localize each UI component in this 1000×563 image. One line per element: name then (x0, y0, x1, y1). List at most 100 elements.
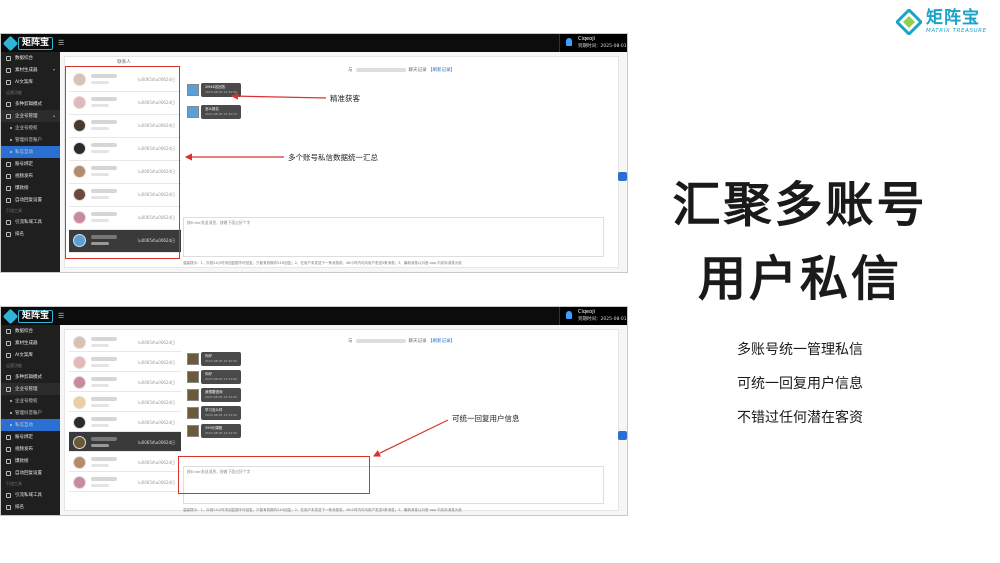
top-bar: 矩阵宝 ☰ Ciqeoji 到期时间：2025-08-01 (1, 34, 627, 52)
sidebar-item-enterprise[interactable]: 企业号管理 (1, 383, 60, 395)
avatar (73, 396, 86, 409)
bullet-dot-icon (10, 400, 12, 402)
sender-avatar (187, 84, 199, 96)
scissors-icon (6, 101, 11, 107)
sidebar-sub-manage[interactable]: 管理抖音账户 (1, 134, 60, 146)
conversation-item[interactable]: \u0065d\u0062d日 (69, 452, 181, 472)
collapse-icon[interactable]: ☰ (58, 312, 64, 320)
conversation-item[interactable]: \u0065d\u0062d日 (69, 352, 181, 372)
sidebar-item-traffic[interactable]: 引流私域工具 (1, 216, 60, 228)
sidebar-item-edit[interactable]: 多种剪辑模式 (1, 98, 60, 110)
sidebar-sub-messages[interactable]: 私信互动 (1, 146, 60, 158)
tool-icon (6, 492, 11, 498)
sidebar-item-publish[interactable]: 视频发布 (1, 443, 60, 455)
account-icon (6, 386, 11, 392)
sidebar-sub-authorize[interactable]: 企业号授权 (1, 395, 60, 407)
tips-text: 温馨提示：1、抖音24小时未回复图不可回复，只能有效期内24H回复；2、在用户未… (183, 508, 462, 512)
message: 怎么报名 2023-08-05 12:35:10 (187, 105, 241, 127)
sidebar: 数据综合 素材生成器 AI文案库 运营功能 多种剪辑模式 企业号管理 企业号授权… (1, 325, 60, 515)
conversation-list: \u0065d\u0062d日 \u0065d\u0062d日 \u0065d\… (69, 332, 181, 492)
reply-placeholder: 按Enter发送消息，按着下面过好个字 (187, 220, 251, 225)
message: 学习怎么样 2023-08-05 12:33:00 (187, 406, 241, 424)
sidebar-item-media[interactable]: 素材生成器 (1, 337, 60, 349)
app-logo[interactable]: 矩阵宝 ☰ (2, 308, 64, 324)
sidebar-item-bind[interactable]: 账号绑定 (1, 431, 60, 443)
brand-name: 矩阵宝 (926, 7, 980, 28)
media-icon (6, 340, 11, 346)
sidebar-item-autoreply[interactable]: 自动回复设置 (1, 467, 60, 479)
callout-reply: 可统一回复用户信息 (452, 414, 520, 423)
conversation-item[interactable]: \u0065d\u0062d日 (69, 372, 181, 392)
headline: 汇聚多账号 用户私信 (650, 168, 950, 317)
ai-icon (6, 79, 11, 85)
tool-icon (6, 219, 11, 225)
reply-icon (6, 470, 11, 476)
blurred-username (355, 67, 406, 72)
conversation-item-selected[interactable]: \u0065d\u0062d日 (69, 432, 181, 452)
sidebar-item-hot[interactable]: 爆款榜 (1, 455, 60, 467)
highlight-reply-input (178, 456, 370, 494)
refresh-link[interactable]: 【刷新记录】 (428, 339, 455, 344)
sender-avatar (187, 353, 199, 365)
sidebar-item-edit[interactable]: 多种剪辑模式 (1, 371, 60, 383)
sidebar: 数据综合 素材生成器 ▾ AI文案库 运营功能 多种剪辑模式 企业号管理 ▴ 企业号… (1, 52, 60, 272)
conversation-item[interactable]: \u0065d\u0062d日 (69, 392, 181, 412)
sidebar-item-enterprise[interactable]: 企业号管理 ▴ (1, 110, 60, 122)
sidebar-sub-manage[interactable]: 管理抖音账户 (1, 407, 60, 419)
sidebar-sub-messages[interactable]: 私信互动 (1, 419, 60, 431)
chevron-down-icon: ▾ (52, 67, 55, 72)
sender-avatar (187, 407, 199, 419)
reply-icon (6, 197, 11, 203)
sidebar-item-data[interactable]: 数据综合 (1, 52, 60, 64)
avatar (73, 436, 86, 449)
sidebar-item-ai[interactable]: AI文案库 (1, 76, 60, 88)
sidebar-item-bind[interactable]: 账号绑定 (1, 158, 60, 170)
chart-icon (6, 55, 11, 61)
sender-avatar (187, 425, 199, 437)
chat-header: 与聊天记录 【刷新记录】 (348, 338, 455, 344)
sidebar-item-hot[interactable]: 爆款榜 (1, 182, 60, 194)
app-logo-text: 矩阵宝 (18, 309, 54, 323)
settings-float-button[interactable] (618, 431, 627, 440)
sidebar-item-data[interactable]: 数据综合 (1, 325, 60, 337)
sidebar-item-autoreply[interactable]: 自动回复设置 (1, 194, 60, 206)
user-expiry: 到期时间：2025-08-01 (578, 317, 627, 322)
conversation-item[interactable]: \u0065d\u0062d日 (69, 332, 181, 352)
callout-summary: 多个账号私信数据统一汇总 (288, 153, 378, 162)
sidebar-item-traffic[interactable]: 引流私域工具 (1, 489, 60, 501)
bullet-dot-icon (10, 424, 12, 426)
bullet-dot-icon (10, 127, 12, 129)
collapse-icon[interactable]: ☰ (58, 39, 64, 47)
sidebar-item-rank[interactable]: 排名 (1, 228, 60, 240)
media-icon (6, 67, 11, 73)
app-logo[interactable]: 矩阵宝 ☰ (2, 35, 64, 51)
chart-icon (6, 328, 11, 334)
account-icon (6, 113, 11, 119)
sidebar-item-media[interactable]: 素材生成器 ▾ (1, 64, 60, 76)
sidebar-item-ai[interactable]: AI文案库 (1, 349, 60, 361)
message-thread: 你好 2023-08-05 12:30:00 你好 2023-08-05 12:31… (187, 352, 241, 442)
settings-float-button[interactable] (618, 172, 627, 181)
bullet-dot-icon (10, 412, 12, 414)
avatar (73, 416, 86, 429)
sidebar-item-publish[interactable]: 视频发布 (1, 170, 60, 182)
conversation-item[interactable]: \u0065d\u0062d日 (69, 472, 181, 492)
avatar (73, 336, 86, 349)
ai-icon (6, 352, 11, 358)
rank-icon (6, 458, 11, 464)
sidebar-group-ops: 运营功能 (6, 90, 22, 95)
refresh-link[interactable]: 【刷新记录】 (428, 68, 455, 73)
app-logo-icon (2, 308, 19, 324)
blurred-username (355, 338, 406, 343)
sidebar-sub-authorize[interactable]: 企业号授权 (1, 122, 60, 134)
user-box[interactable]: Ciqeoji 到期时间：2025-08-01 (559, 307, 627, 325)
sidebar-item-rank[interactable]: 排名 (1, 501, 60, 513)
user-box[interactable]: Ciqeoji 到期时间：2025-08-01 (559, 34, 627, 52)
feature-bullets: 多账号统一管理私信 可统一回复用户信息 不错过任何潜在客资 (700, 333, 900, 435)
user-avatar-icon (566, 311, 572, 319)
bullet-3: 不错过任何潜在客资 (737, 410, 863, 426)
conversation-item[interactable]: \u0065d\u0062d日 (69, 412, 181, 432)
brand-logo: 矩阵宝 MATRIX TREASURE (894, 6, 996, 38)
reply-input[interactable]: 按Enter发送消息，按着下面过好个字 (183, 217, 604, 257)
user-name: Ciqeoji (578, 36, 595, 42)
